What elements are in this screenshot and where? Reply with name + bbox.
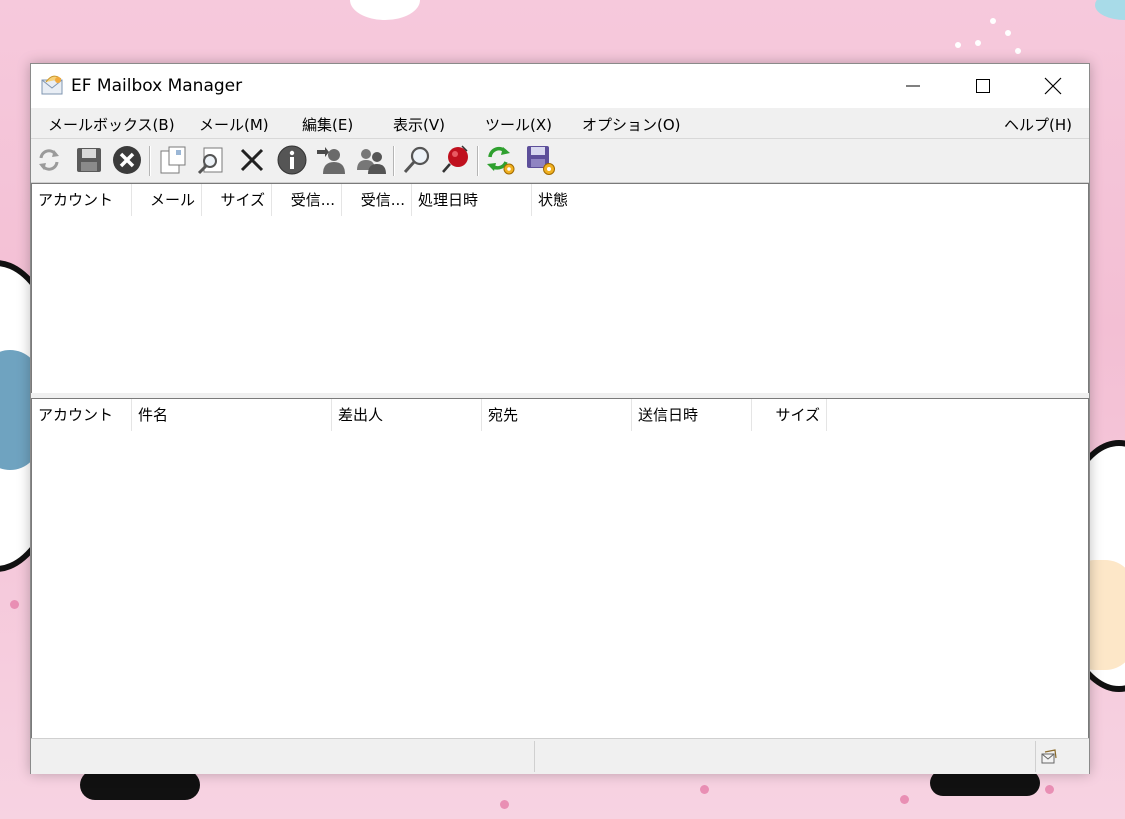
column-header-from[interactable]: 差出人	[332, 399, 482, 431]
menu-mail[interactable]: メール(M)	[199, 114, 269, 135]
menu-bar: メールボックス(B) メール(M) 編集(E) 表示(V) ツール(X) オプシ…	[31, 108, 1089, 139]
toolbar	[31, 139, 1089, 183]
column-header-received-1[interactable]: 受信...	[272, 184, 342, 216]
window-title: EF Mailbox Manager	[71, 76, 243, 96]
app-window: EF Mailbox Manager メールボックス(B) メール(M) 編集(…	[30, 63, 1090, 774]
menu-edit[interactable]: 編集(E)	[302, 114, 353, 135]
save-settings-button[interactable]	[525, 144, 557, 176]
user-forward-button[interactable]	[315, 144, 347, 176]
filter-pin-button[interactable]	[439, 144, 471, 176]
search-icon	[403, 146, 430, 174]
close-icon	[1044, 77, 1062, 95]
mailbox-app-icon	[41, 75, 63, 95]
delete-button[interactable]	[236, 144, 268, 176]
status-bar	[31, 738, 1089, 774]
message-list-header: アカウント 件名 差出人 宛先 送信日時 サイズ	[32, 399, 1088, 431]
mailbox-list[interactable]: アカウント メール サイズ 受信... 受信... 処理日時 状態	[31, 183, 1089, 394]
preview-icon	[197, 147, 223, 175]
column-header-received-2[interactable]: 受信...	[342, 184, 412, 216]
refresh-icon	[39, 149, 59, 171]
column-header-size[interactable]: サイズ	[202, 184, 272, 216]
menu-mailbox[interactable]: メールボックス(B)	[48, 114, 175, 135]
status-middle	[535, 741, 1036, 772]
status-left	[31, 741, 535, 772]
column-header-status[interactable]: 状態	[532, 184, 652, 216]
delete-icon	[240, 148, 264, 172]
menu-help[interactable]: ヘルプ(H)	[1004, 114, 1072, 135]
menu-view[interactable]: 表示(V)	[393, 114, 445, 135]
close-button[interactable]	[1018, 64, 1088, 108]
save-settings-icon	[527, 146, 555, 175]
search-button[interactable]	[401, 144, 433, 176]
column-header-mail[interactable]: メール	[132, 184, 202, 216]
maximize-button[interactable]	[948, 64, 1018, 108]
column-header-sent-at[interactable]: 送信日時	[632, 399, 752, 431]
column-header-subject[interactable]: 件名	[132, 399, 332, 431]
refresh-button[interactable]	[33, 144, 65, 176]
users-icon	[357, 149, 386, 174]
copy-button[interactable]	[157, 144, 189, 176]
column-header-to[interactable]: 宛先	[482, 399, 632, 431]
mailbox-list-header: アカウント メール サイズ 受信... 受信... 処理日時 状態	[32, 184, 1088, 216]
save-button[interactable]	[73, 144, 105, 176]
menu-tools[interactable]: ツール(X)	[485, 114, 552, 135]
menu-options[interactable]: オプション(O)	[582, 114, 681, 135]
message-list[interactable]: アカウント 件名 差出人 宛先 送信日時 サイズ	[31, 398, 1089, 739]
info-button[interactable]	[276, 144, 308, 176]
connection-status-icon	[1041, 749, 1057, 764]
minimize-icon	[906, 85, 920, 87]
users-button[interactable]	[355, 144, 387, 176]
minimize-button[interactable]	[878, 64, 948, 108]
save-icon	[77, 148, 101, 172]
column-header-size[interactable]: サイズ	[752, 399, 827, 431]
sync-settings-icon	[487, 146, 515, 175]
copy-icon	[160, 146, 186, 174]
cancel-button[interactable]	[111, 144, 143, 176]
sync-settings-button[interactable]	[485, 144, 517, 176]
title-bar[interactable]: EF Mailbox Manager	[31, 64, 1089, 108]
column-header-processed-at[interactable]: 処理日時	[412, 184, 532, 216]
cancel-icon	[113, 146, 141, 174]
filter-pin-icon	[442, 145, 468, 173]
preview-button[interactable]	[195, 144, 227, 176]
column-header-account[interactable]: アカウント	[32, 184, 132, 216]
column-header-account[interactable]: アカウント	[32, 399, 132, 431]
user-forward-icon	[317, 147, 345, 174]
info-icon	[277, 145, 307, 175]
maximize-icon	[976, 79, 990, 93]
